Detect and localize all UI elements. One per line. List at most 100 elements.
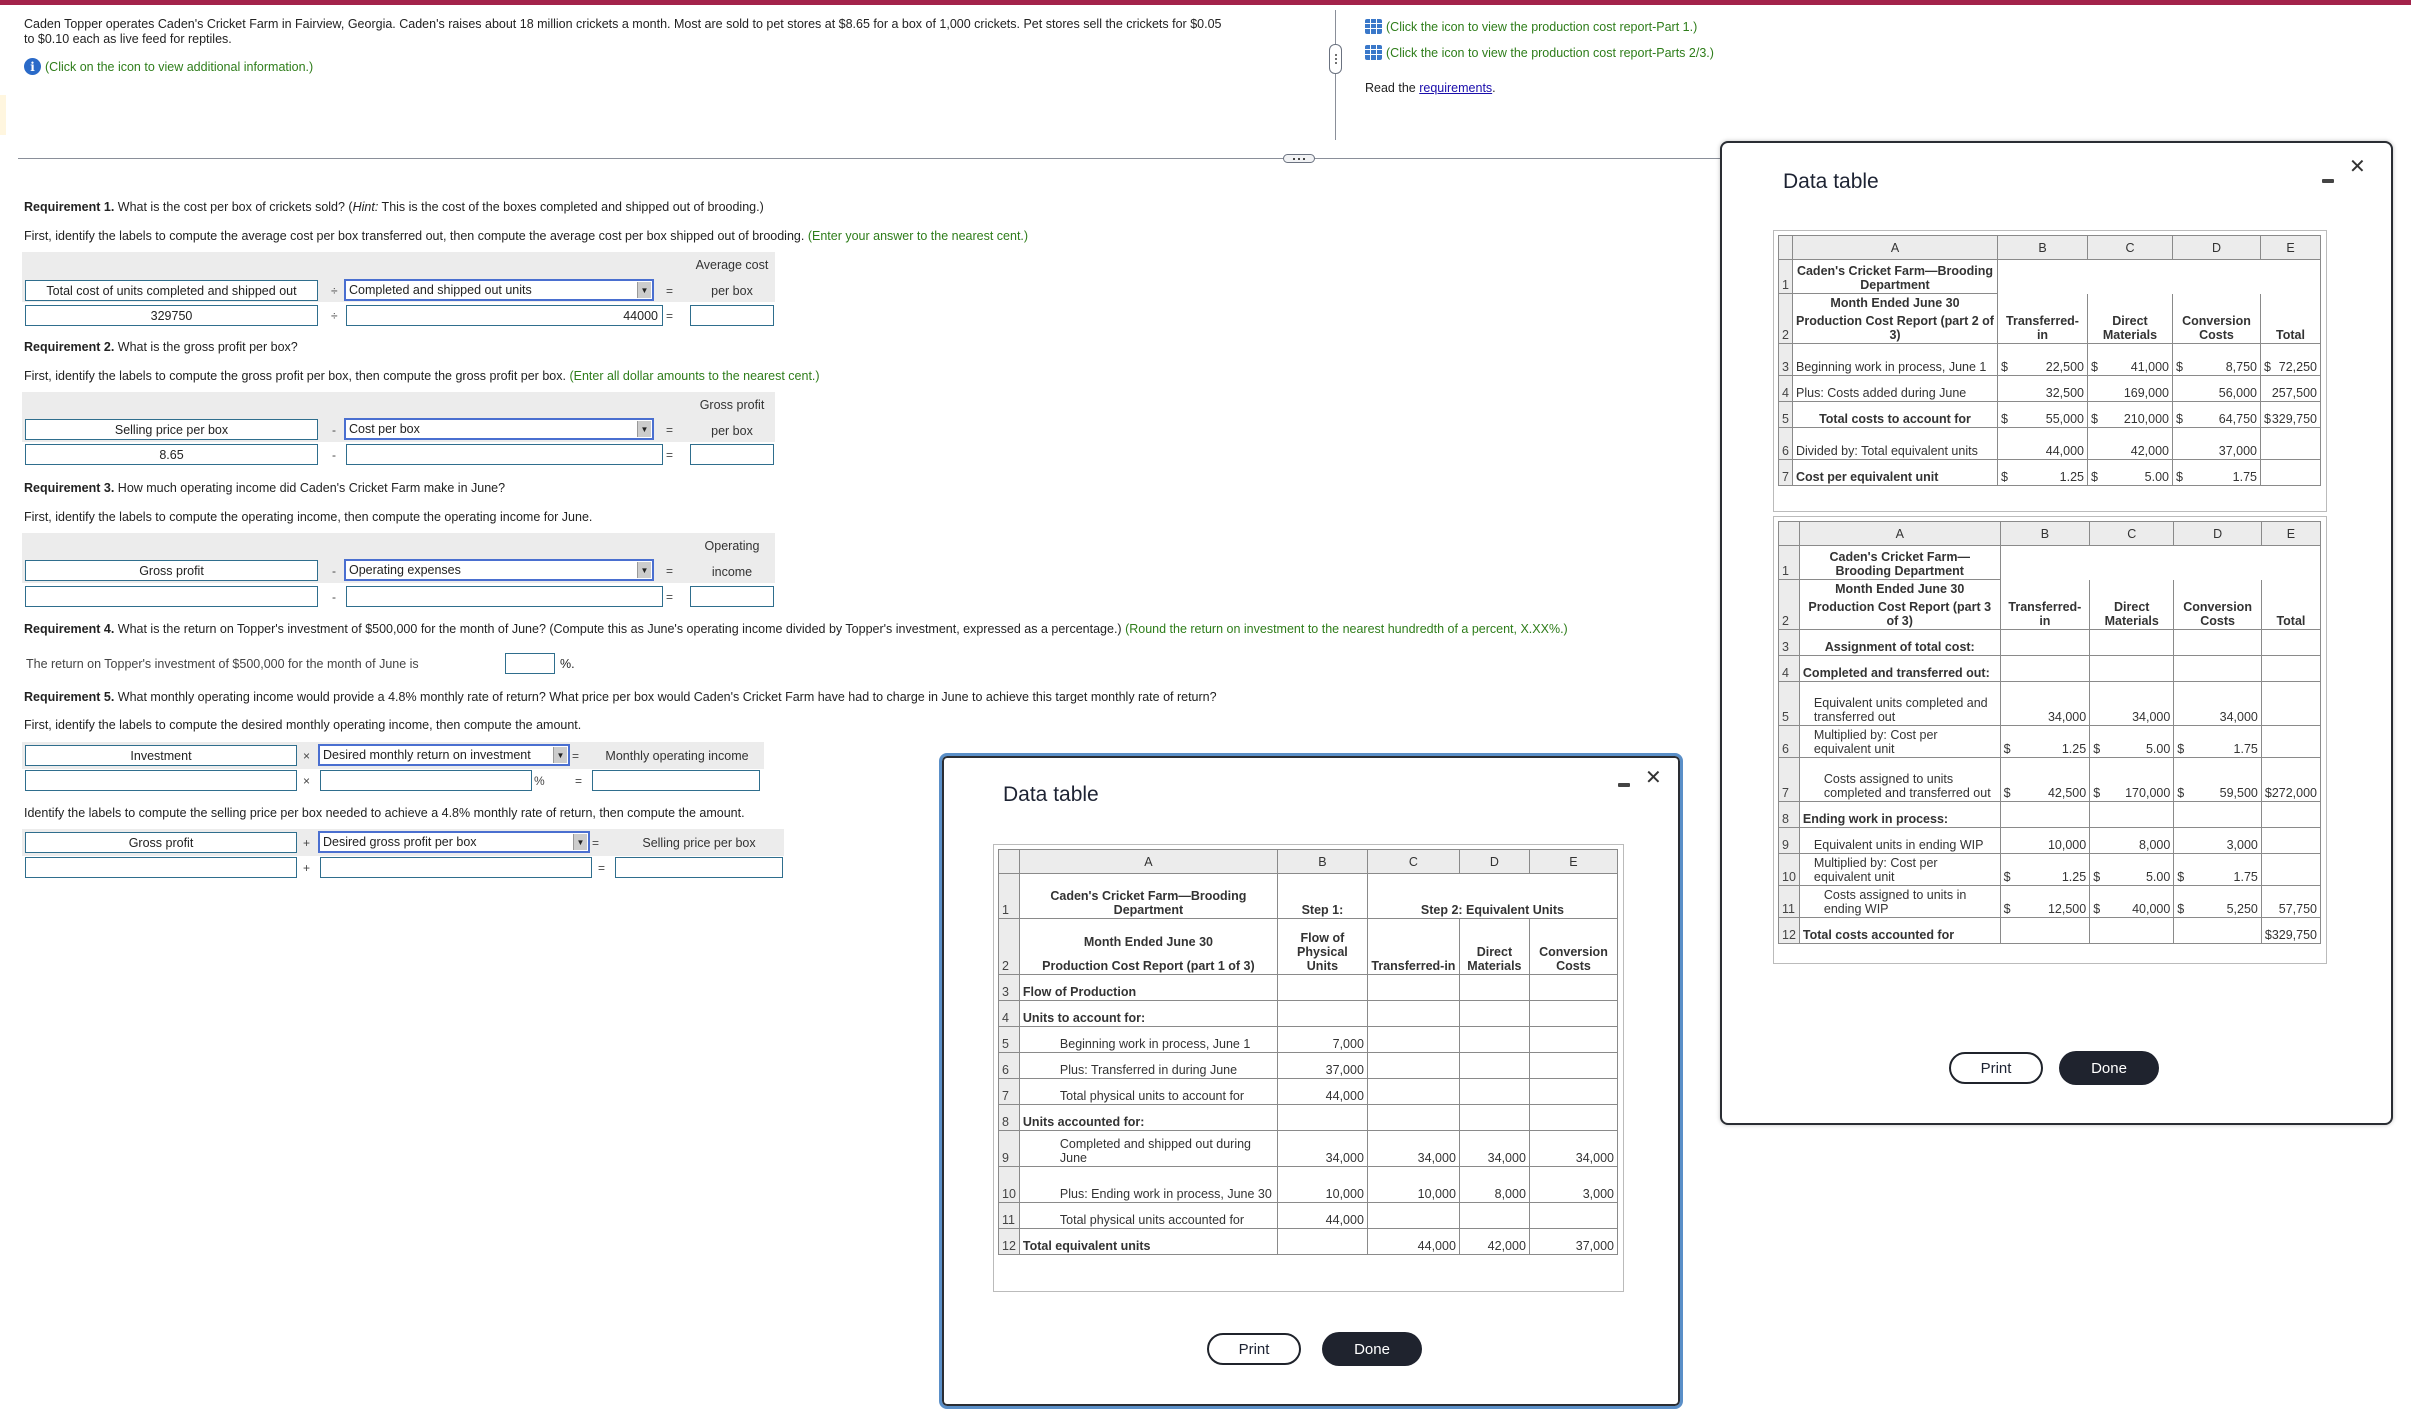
chevron-down-icon[interactable]: ▼ — [637, 562, 651, 578]
req5b-result-header: Selling price per box — [642, 836, 756, 850]
table-icon[interactable] — [1365, 45, 1382, 60]
cell-c: 8,000 — [2089, 827, 2175, 854]
minimize-icon[interactable] — [1618, 783, 1630, 787]
report-part1-link[interactable]: (Click the icon to view the production c… — [1365, 19, 1697, 34]
table-icon[interactable] — [1365, 19, 1382, 34]
cell-value: 5.00 — [2145, 742, 2171, 756]
row-number: 9 — [998, 1130, 1020, 1167]
done-button[interactable]: Done — [1322, 1332, 1422, 1366]
dollar-sign: $ — [2001, 412, 2008, 426]
done-button[interactable]: Done — [2059, 1051, 2159, 1085]
req1-result-input[interactable] — [690, 305, 774, 326]
cell-e — [2260, 427, 2321, 460]
req2-value2-input[interactable] — [346, 444, 663, 465]
table-row: 9 Equivalent units in ending WIP 10,000 8,0… — [1778, 827, 2322, 854]
req3-result-header-1: Operating — [704, 539, 760, 553]
chevron-down-icon[interactable]: ▼ — [637, 421, 651, 437]
req5a-result-input[interactable] — [592, 770, 760, 791]
req2-value1-input[interactable]: 8.65 — [25, 444, 318, 465]
cell-e — [2260, 801, 2322, 828]
req5-instruction1: First, identify the labels to compute th… — [24, 718, 582, 732]
cell-e: 257,500 — [2260, 375, 2321, 402]
row-number: 5 — [1778, 681, 1800, 726]
horizontal-resize-handle[interactable] — [1283, 154, 1315, 163]
req3-value1-input[interactable] — [25, 586, 318, 607]
requirements-link[interactable]: requirements — [1419, 81, 1492, 95]
cell-e: $329,750 — [2260, 401, 2321, 428]
minimize-icon[interactable] — [2322, 179, 2334, 183]
req2-label2-select[interactable]: Cost per box ▼ — [344, 418, 654, 440]
req2-equals: = — [666, 448, 674, 462]
req1-label1-field[interactable]: Total cost of units completed and shippe… — [25, 280, 318, 301]
vertical-resize-handle[interactable] — [1329, 44, 1342, 74]
col-letter: B — [1999, 521, 2091, 546]
additional-info-text[interactable]: (Click on the icon to view additional in… — [45, 60, 313, 74]
req1-value2-input[interactable]: 44000 — [346, 305, 663, 326]
req1-label2-select[interactable]: Completed and shipped out units ▼ — [344, 279, 654, 301]
row-label: Costs assigned to units completed and tr… — [1798, 757, 2001, 802]
req5a-result-header: Monthly operating income — [605, 749, 749, 763]
cell-c: $5.00 — [2087, 459, 2173, 486]
cell-d — [2173, 629, 2262, 656]
report-part23-text[interactable]: (Click the icon to view the production c… — [1386, 46, 1714, 60]
cell-value-wrap: $329,750 — [2265, 928, 2317, 942]
req3-label2-select[interactable]: Operating expenses ▼ — [344, 559, 654, 581]
header-row: 1 Caden's Cricket Farm—Brooding Departmen… — [1778, 259, 2321, 294]
req2-label2-value: Cost per box — [349, 422, 420, 436]
req5a-label1-field[interactable]: Investment — [25, 745, 297, 766]
header-row: 1 Caden's Cricket Farm—Brooding Departmen… — [1778, 545, 2322, 580]
col-letter: E — [1528, 849, 1619, 874]
req3-value2-input[interactable] — [346, 586, 663, 607]
req3-question: Requirement 3. How much operating income… — [24, 481, 505, 495]
cell-d — [2173, 655, 2262, 682]
req3-result-input[interactable] — [690, 586, 774, 607]
cell-e: 37,000 — [1528, 1228, 1619, 1255]
row-label: Cost per equivalent unit — [1792, 459, 1998, 486]
req2-label1-field[interactable]: Selling price per box — [25, 419, 318, 440]
req1-value1-input[interactable]: 329750 — [25, 305, 318, 326]
cell-e: $329,750 — [2260, 917, 2322, 944]
report-part1-text[interactable]: (Click the icon to view the production c… — [1386, 20, 1697, 34]
req5a-label2-select[interactable]: Desired monthly return on investment ▼ — [318, 744, 570, 766]
close-icon[interactable]: ✕ — [1645, 768, 1662, 788]
req5b-value2-input[interactable] — [320, 857, 592, 878]
row-number: 7 — [1778, 459, 1793, 486]
report-part23-link[interactable]: (Click the icon to view the production c… — [1365, 45, 1714, 60]
close-icon[interactable]: ✕ — [2349, 157, 2366, 177]
req5a-value1-input[interactable] — [25, 770, 297, 791]
additional-info-link[interactable]: i (Click on the icon to view additional … — [24, 58, 313, 75]
req4-roi-input[interactable] — [505, 653, 555, 674]
table-row: 9 Completed and shipped out during June 34… — [998, 1130, 1619, 1167]
cell-b — [1999, 801, 2091, 828]
req2-result-input[interactable] — [690, 444, 774, 465]
cell-value: 42,000 — [2130, 444, 2169, 458]
info-icon[interactable]: i — [24, 58, 41, 75]
cell-value: 34,000 — [2132, 710, 2171, 724]
dollar-sign: $ — [2177, 870, 2185, 884]
req5b-value1-input[interactable] — [25, 857, 297, 878]
req5a-percent: % — [534, 774, 545, 788]
chevron-down-icon[interactable]: ▼ — [553, 747, 567, 763]
dollar-sign: $ — [2003, 786, 2011, 800]
chevron-down-icon[interactable]: ▼ — [637, 282, 651, 298]
row-number: 1 — [998, 873, 1020, 919]
row-number: 2 — [1778, 579, 1800, 630]
req5a-value2-input[interactable] — [320, 770, 532, 791]
print-button[interactable]: Print — [1949, 1052, 2043, 1084]
cell-e — [2260, 853, 2322, 886]
cell-value-wrap: 8,000 — [2093, 838, 2170, 852]
row-number: 1 — [1778, 545, 1800, 580]
req3-result-header-2: income — [711, 565, 753, 579]
req2-instruction-text: First, identify the labels to compute th… — [24, 369, 566, 383]
req5b-label1-field[interactable]: Gross profit — [25, 832, 297, 853]
req5b-result-input[interactable] — [615, 857, 783, 878]
req2-question-text: What is the gross profit per box? — [114, 340, 298, 354]
req5b-equals: = — [598, 861, 606, 875]
cell-value: 57,750 — [2278, 902, 2317, 916]
chevron-down-icon[interactable]: ▼ — [573, 834, 587, 850]
req5b-label2-select[interactable]: Desired gross profit per box ▼ — [318, 831, 590, 853]
table-row: 6 Multiplied by: Cost per equivalent unit… — [1778, 725, 2322, 758]
print-button[interactable]: Print — [1207, 1333, 1301, 1365]
cell-e: $272,000 — [2260, 757, 2322, 802]
req3-label1-field[interactable]: Gross profit — [25, 560, 318, 581]
